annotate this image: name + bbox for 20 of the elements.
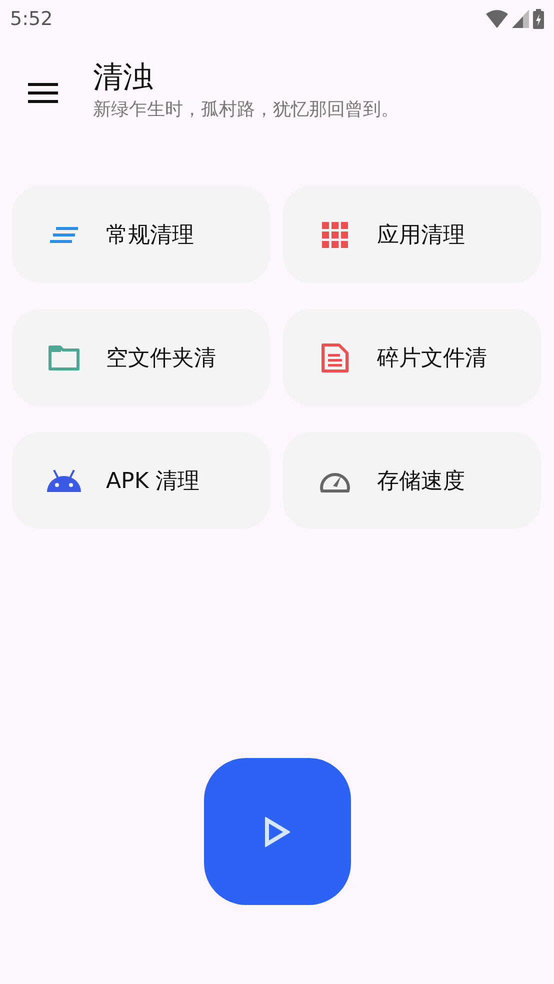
cleaning-tile[interactable]: 空文件夹清 [12, 309, 270, 406]
cleaning-tile[interactable]: 存储速度 [283, 432, 541, 529]
android-icon [46, 470, 82, 492]
app-title: 清浊 [93, 59, 154, 97]
folder-icon [48, 344, 80, 370]
battery-icon [533, 9, 544, 29]
cleaning-tile[interactable]: 常规清理 [12, 186, 270, 283]
cleaning-tile[interactable]: 应用清理 [283, 186, 541, 283]
lines-icon [50, 224, 78, 244]
app-subtitle: 新绿乍生时，孤村路，犹忆那回曾到。 [93, 98, 399, 122]
signal-icon [512, 10, 529, 28]
grid-icon [322, 222, 348, 248]
document-icon [321, 342, 349, 372]
status-time: 5:52 [10, 8, 53, 30]
cleaning-tile[interactable]: 碎片文件清 [283, 309, 541, 406]
play-icon [264, 816, 290, 846]
menu-icon[interactable] [28, 83, 58, 103]
cleaning-tile[interactable]: APK 清理 [12, 432, 270, 529]
start-button[interactable] [204, 758, 350, 905]
wifi-icon [486, 10, 508, 28]
